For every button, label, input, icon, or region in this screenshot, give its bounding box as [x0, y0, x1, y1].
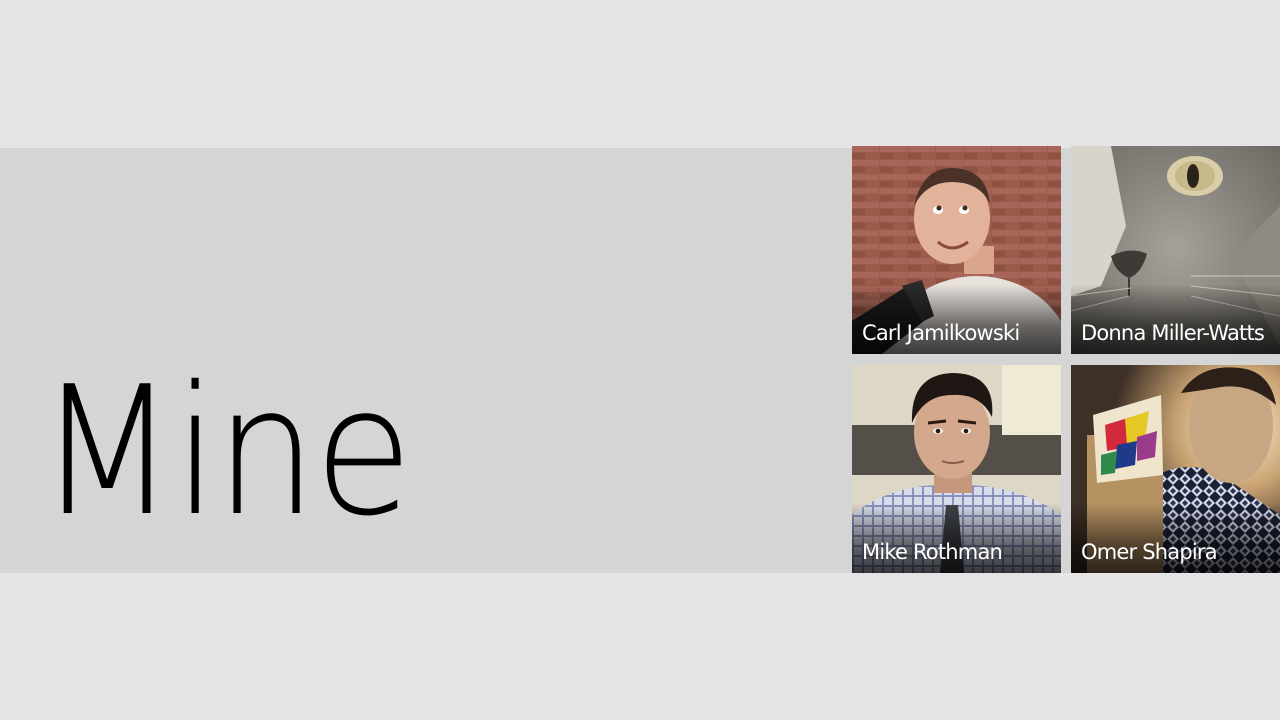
person-tile-omer-shapira[interactable]: Omer Shapira — [1071, 365, 1280, 573]
start-screen: Mine Carl Jamilkowski Donna Miller-Watts… — [0, 0, 1280, 720]
person-name: Carl Jamilkowski — [862, 321, 1020, 345]
person-tile-donna-miller-watts[interactable]: Donna Miller-Watts — [1071, 146, 1280, 354]
person-tile-carl-jamilkowski[interactable]: Carl Jamilkowski — [852, 146, 1061, 354]
person-name: Mike Rothman — [862, 540, 1003, 564]
section-title: Mine — [38, 348, 413, 555]
person-tile-mike-rothman[interactable]: Mike Rothman — [852, 365, 1061, 573]
person-name: Donna Miller-Watts — [1081, 321, 1265, 345]
person-name: Omer Shapira — [1081, 540, 1218, 564]
